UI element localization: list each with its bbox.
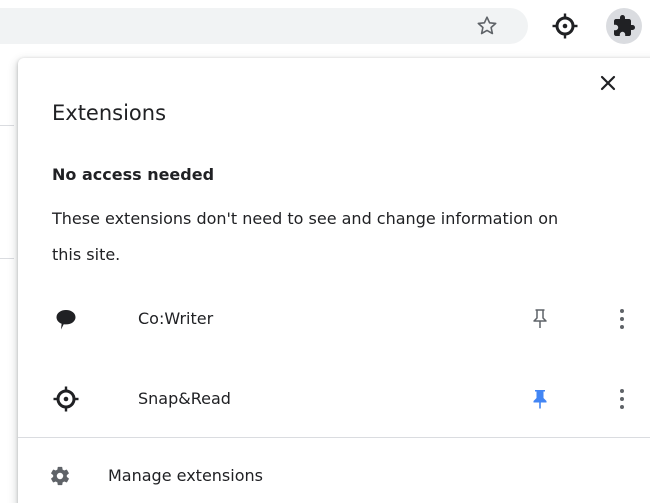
bookmark-star-button[interactable] <box>469 8 505 44</box>
extension-name: Snap&Read <box>138 389 231 408</box>
more-vert-icon <box>620 389 624 409</box>
extension-row-cowriter[interactable]: Co:Writer <box>18 290 650 348</box>
close-button[interactable] <box>596 71 620 95</box>
star-outline-icon <box>477 16 497 35</box>
more-options-button-snapread[interactable] <box>608 385 636 413</box>
extensions-toolbar-button[interactable] <box>606 8 642 44</box>
puzzle-icon <box>614 15 635 36</box>
pin-filled-icon <box>533 390 547 409</box>
speech-bubble-icon <box>52 305 80 333</box>
crosshair-icon <box>52 385 80 413</box>
pin-outline-icon <box>533 309 547 328</box>
close-icon <box>600 75 616 91</box>
pin-button-snapread[interactable] <box>526 385 554 413</box>
section-description: These extensions don't need to see and c… <box>52 209 559 264</box>
browser-toolbar <box>0 0 650 50</box>
crosshair-icon <box>552 13 578 39</box>
extension-row-snapread[interactable]: Snap&Read <box>18 370 650 428</box>
popup-divider <box>18 437 650 438</box>
more-options-button-cowriter[interactable] <box>608 305 636 333</box>
more-vert-icon <box>620 309 624 329</box>
gear-icon <box>48 464 72 488</box>
manage-extensions-button[interactable]: Manage extensions <box>18 452 650 503</box>
manage-extensions-label: Manage extensions <box>108 466 263 485</box>
address-bar[interactable] <box>0 8 528 44</box>
page-divider <box>0 125 14 126</box>
page-divider <box>0 258 14 259</box>
popup-title: Extensions <box>52 101 167 125</box>
pin-button-cowriter[interactable] <box>526 305 554 333</box>
extension-name: Co:Writer <box>138 309 214 328</box>
browser-window: Extensions No access needed These extens… <box>0 0 650 503</box>
snap-read-toolbar-button[interactable] <box>547 8 583 44</box>
section-heading: No access needed <box>52 165 215 184</box>
